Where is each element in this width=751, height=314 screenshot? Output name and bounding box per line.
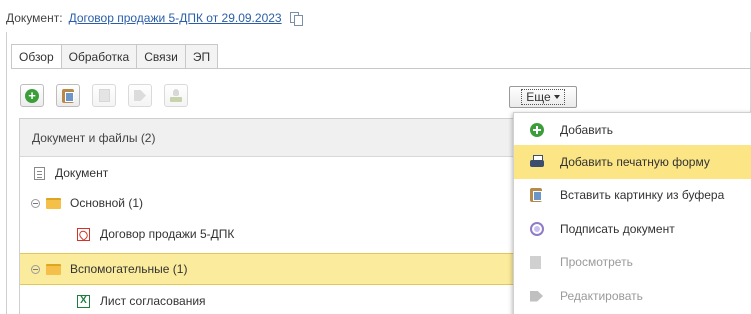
edit-icon — [134, 90, 146, 101]
tree-row-folder-main[interactable]: Основной (1) — [20, 188, 528, 218]
document-label: Документ: — [6, 11, 63, 25]
menu-item-label: Вставить картинку из буфера — [560, 188, 725, 202]
collapse-icon[interactable] — [31, 198, 40, 208]
copy-link-icon[interactable] — [289, 11, 303, 26]
document-link[interactable]: Договор продажи 5-ДПК от 29.09.2023 — [69, 11, 282, 25]
menu-item-label: Добавить печатную форму — [560, 155, 710, 169]
document-icon — [34, 166, 45, 180]
menu-item-edit[interactable]: Редактировать — [514, 279, 751, 313]
tree-row-label: Вспомогательные (1) — [70, 262, 188, 276]
toolbar: + — [20, 84, 188, 107]
tree-row-label: Основной (1) — [70, 196, 144, 210]
tree-row-label: Лист согласования — [100, 294, 206, 308]
folder-icon — [46, 197, 61, 209]
tab-processing[interactable]: Обработка — [61, 44, 138, 69]
add-button[interactable]: + — [20, 84, 44, 107]
files-tree: Документ и файлы (2) Документ Основной (… — [19, 118, 529, 314]
excel-icon: X — [77, 294, 90, 308]
menu-item-view[interactable]: Просмотреть — [514, 245, 751, 279]
add-icon: + — [25, 88, 39, 103]
tabs-underline — [11, 68, 751, 69]
tree-row-label: Договор продажи 5-ДПК — [100, 227, 235, 241]
paste-button[interactable] — [56, 84, 80, 107]
tree-row-file-approval-sheet[interactable]: X Лист согласования — [20, 286, 528, 314]
more-button-label: Еще — [526, 90, 551, 104]
menu-item-label: Просмотреть — [560, 255, 633, 269]
menu-item-label: Подписать документ — [560, 222, 675, 236]
sign-icon — [530, 222, 544, 236]
stamp-icon — [170, 89, 182, 102]
pdf-icon — [77, 227, 90, 241]
tree-row-file-contract[interactable]: Договор продажи 5-ДПК — [20, 219, 528, 249]
edit-button[interactable] — [128, 84, 152, 107]
view-icon — [98, 89, 110, 102]
chevron-down-icon — [553, 95, 560, 99]
tree-row-folder-auxiliary[interactable]: Вспомогательные (1) — [20, 253, 528, 285]
add-icon — [530, 123, 544, 137]
tree-row-label: Документ — [55, 166, 109, 180]
tab-bar: Обзор Обработка Связи ЭП — [11, 44, 219, 69]
tab-digital-signature[interactable]: ЭП — [185, 44, 219, 69]
tab-links[interactable]: Связи — [137, 44, 186, 69]
paste-icon — [62, 88, 74, 103]
more-button[interactable]: Еще — [509, 86, 577, 108]
menu-item-sign-document[interactable]: Подписать документ — [514, 212, 751, 246]
view-icon — [530, 255, 541, 269]
view-button[interactable] — [92, 84, 116, 107]
menu-item-paste-image[interactable]: Вставить картинку из буфера — [514, 178, 751, 212]
printer-icon — [530, 155, 544, 169]
more-menu: Добавить Добавить печатную форму Вставит… — [513, 112, 751, 314]
document-header: Документ: Договор продажи 5-ДПК от 29.09… — [6, 9, 303, 27]
left-divider — [6, 32, 7, 314]
stamp-button[interactable] — [164, 84, 188, 107]
menu-item-add[interactable]: Добавить — [514, 113, 751, 147]
edit-icon — [530, 290, 543, 302]
folder-icon — [46, 263, 61, 275]
menu-item-label: Редактировать — [560, 289, 643, 303]
collapse-icon[interactable] — [31, 264, 40, 274]
menu-item-label: Добавить — [560, 123, 614, 137]
paste-icon — [530, 188, 542, 202]
tab-overview[interactable]: Обзор — [11, 44, 62, 69]
tree-row-document[interactable]: Документ — [20, 158, 528, 188]
files-tree-header: Документ и файлы (2) — [20, 119, 528, 157]
menu-item-add-print-form[interactable]: Добавить печатную форму — [514, 145, 751, 179]
